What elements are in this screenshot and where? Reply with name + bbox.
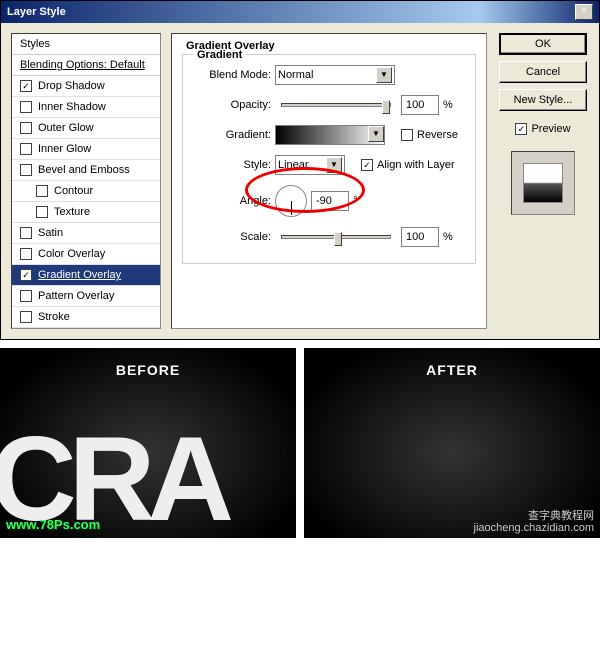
angle-input[interactable] [311,191,349,211]
gradient-fieldset: Gradient Blend Mode: Normal ▼ Opacity: % [182,54,476,264]
blend-mode-select[interactable]: Normal ▼ [275,65,395,85]
titlebar: Layer Style × [1,1,599,23]
style-checkbox[interactable] [20,311,32,323]
layer-style-dialog: Layer Style × Styles Blending Options: D… [0,0,600,340]
gradient-label: Gradient: [197,129,271,141]
style-label: Style: [197,159,271,171]
preview-thumbnail-box [511,151,575,215]
align-checkbox[interactable] [361,159,373,171]
ok-button[interactable]: OK [499,33,587,55]
style-item-bevel-and-emboss[interactable]: Bevel and Emboss [12,160,160,181]
watermark-right: 查字典教程网 jiaocheng.chazidian.com [474,510,594,534]
style-label: Contour [54,185,93,197]
style-label: Stroke [38,311,70,323]
preview-swatch [523,163,563,203]
style-item-satin[interactable]: Satin [12,223,160,244]
style-item-texture[interactable]: Texture [12,202,160,223]
style-checkbox[interactable] [20,248,32,260]
style-label: Gradient Overlay [38,269,121,281]
gradient-row: Gradient: ▼ Reverse [197,125,461,145]
settings-panel: Gradient Overlay Gradient Blend Mode: No… [171,33,487,329]
blend-mode-label: Blend Mode: [197,69,271,81]
style-checkbox[interactable] [36,206,48,218]
style-item-pattern-overlay[interactable]: Pattern Overlay [12,286,160,307]
style-item-outer-glow[interactable]: Outer Glow [12,118,160,139]
style-label: Color Overlay [38,248,105,260]
scale-label: Scale: [197,231,271,243]
before-preview: BEFORE CRA www.78Ps.com [0,348,296,538]
style-label: Outer Glow [38,122,94,134]
after-label: AFTER [304,348,600,378]
style-checkbox[interactable] [20,269,32,281]
dialog-body: Styles Blending Options: Default Drop Sh… [1,23,599,339]
opacity-row: Opacity: % [197,95,461,115]
blending-options-item[interactable]: Blending Options: Default [12,55,160,76]
before-label: BEFORE [0,348,296,378]
after-preview: AFTER CRA 查字典教程网 jiaocheng.chazidian.com [304,348,600,538]
style-checkbox[interactable] [20,101,32,113]
close-button[interactable]: × [575,4,593,20]
style-label: Bevel and Emboss [38,164,130,176]
comparison-area: BEFORE CRA www.78Ps.com AFTER CRA 查字典教程网… [0,340,600,540]
style-checkbox[interactable] [20,290,32,302]
chevron-down-icon: ▼ [326,157,342,173]
styles-header[interactable]: Styles [12,34,160,55]
blend-mode-row: Blend Mode: Normal ▼ [197,65,461,85]
preview-toggle[interactable]: Preview [515,123,570,135]
style-checkbox[interactable] [20,164,32,176]
opacity-input[interactable] [401,95,439,115]
cancel-button[interactable]: Cancel [499,61,587,83]
new-style-button[interactable]: New Style... [499,89,587,111]
style-value: Linear [278,159,309,171]
style-item-gradient-overlay[interactable]: Gradient Overlay [12,265,160,286]
style-label: Satin [38,227,63,239]
style-row: Style: Linear ▼ Align with Layer [197,155,461,175]
style-label: Inner Shadow [38,101,106,113]
watermark-left: www.78Ps.com [6,517,100,532]
opacity-label: Opacity: [197,99,271,111]
style-item-inner-glow[interactable]: Inner Glow [12,139,160,160]
scale-slider[interactable] [281,235,391,239]
style-checkbox[interactable] [36,185,48,197]
style-checkbox[interactable] [20,143,32,155]
scale-input[interactable] [401,227,439,247]
angle-row: Angle: ° [197,185,461,217]
styles-list-panel: Styles Blending Options: Default Drop Sh… [11,33,161,329]
scale-unit: % [443,231,453,243]
angle-unit: ° [353,195,357,207]
style-item-drop-shadow[interactable]: Drop Shadow [12,76,160,97]
preview-checkbox[interactable] [515,123,527,135]
opacity-unit: % [443,99,453,111]
scale-row: Scale: % [197,227,461,247]
style-select[interactable]: Linear ▼ [275,155,345,175]
style-label: Drop Shadow [38,80,105,92]
window-title: Layer Style [7,6,66,18]
style-label: Inner Glow [38,143,91,155]
style-item-color-overlay[interactable]: Color Overlay [12,244,160,265]
preview-label: Preview [531,123,570,135]
align-label: Align with Layer [377,159,455,171]
reverse-checkbox[interactable] [401,129,413,141]
style-label: Pattern Overlay [38,290,114,302]
style-item-stroke[interactable]: Stroke [12,307,160,328]
opacity-slider[interactable] [281,103,391,107]
style-item-contour[interactable]: Contour [12,181,160,202]
style-checkbox[interactable] [20,122,32,134]
style-item-inner-shadow[interactable]: Inner Shadow [12,97,160,118]
style-checkbox[interactable] [20,227,32,239]
style-label: Texture [54,206,90,218]
angle-label: Angle: [197,195,271,207]
chevron-down-icon: ▼ [368,126,384,142]
chevron-down-icon: ▼ [376,67,392,83]
right-button-panel: OK Cancel New Style... Preview [497,33,589,329]
reverse-label: Reverse [417,129,458,141]
style-checkbox[interactable] [20,80,32,92]
blend-mode-value: Normal [278,69,313,81]
angle-dial[interactable] [275,185,307,217]
fieldset-label: Gradient [193,49,246,61]
gradient-picker[interactable]: ▼ [275,125,385,145]
